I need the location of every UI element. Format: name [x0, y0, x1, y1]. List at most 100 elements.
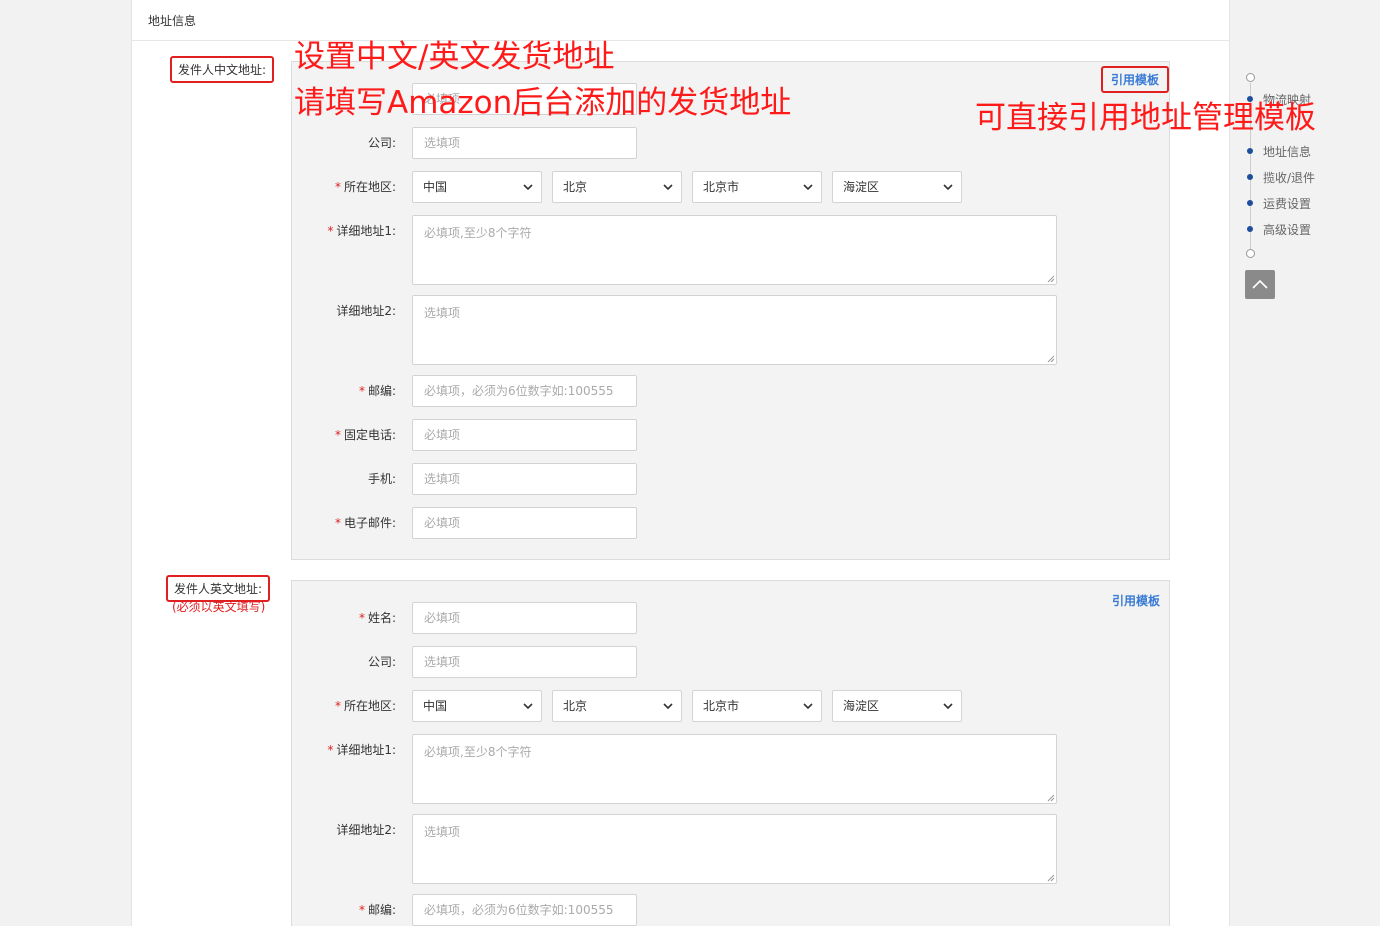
en-region-row: * 所在地区: 中国 北京 北京市 海淀区 [292, 690, 1171, 722]
en-zip-row: * 邮编: 必填项，必须为6位数字如:100555 [292, 894, 1171, 926]
en-province-select[interactable]: 北京 [552, 690, 682, 722]
cn-addr1-label: * 详细地址1: [292, 215, 396, 247]
en-name-row: * 姓名: 必填项 [292, 602, 1171, 634]
cn-country-select[interactable]: 中国 [412, 171, 542, 203]
required-mark: * [358, 384, 365, 398]
en-company-label: 公司: [367, 655, 396, 669]
required-mark: * [327, 743, 334, 757]
resize-grip-icon[interactable] [1047, 874, 1055, 882]
required-mark: * [334, 699, 341, 713]
cn-addr2-label: 详细地址2: [336, 304, 396, 318]
cn-province-select[interactable]: 北京 [552, 171, 682, 203]
nav-item-label: 高级设置 [1263, 223, 1312, 237]
chevron-down-icon [943, 703, 953, 710]
required-mark: * [358, 903, 365, 917]
en-zip-label-text: 邮编: [367, 903, 396, 917]
cn-addr2-placeholder: 选填项 [424, 306, 461, 320]
annotation-fill-amazon-address: 请填写Amazon后台添加的发货地址 [294, 85, 792, 121]
en-company-row: 公司: 选填项 [292, 646, 1171, 678]
cn-phone-label-text: 固定电话: [343, 428, 396, 442]
nav-item-label: 揽收/退件 [1263, 171, 1316, 185]
cn-addr2-textarea[interactable]: 选填项 [412, 295, 1057, 365]
chevron-down-icon [803, 703, 813, 710]
required-mark: * [334, 516, 341, 530]
cn-region-label: * 所在地区: [292, 171, 396, 203]
required-mark: * [334, 428, 341, 442]
en-addr1-placeholder: 必填项,至少8个字符 [424, 745, 532, 759]
cn-phone-label: * 固定电话: [292, 419, 396, 451]
en-country-select[interactable]: 中国 [412, 690, 542, 722]
cn-phone-input[interactable]: 必填项 [412, 419, 637, 451]
required-mark: * [358, 611, 365, 625]
en-name-label-text: 姓名: [367, 611, 396, 625]
en-province-value: 北京 [563, 699, 588, 713]
en-address-note: (必须以英文填写) [172, 600, 266, 614]
en-name-input[interactable]: 必填项 [412, 602, 637, 634]
chevron-down-icon [943, 184, 953, 191]
resize-grip-icon[interactable] [1047, 794, 1055, 802]
nav-bullet-icon [1247, 226, 1253, 232]
chevron-down-icon [523, 184, 533, 191]
cn-email-label: * 电子邮件: [292, 507, 396, 539]
nav-bullet-icon [1247, 148, 1253, 154]
cn-addr1-label-text: 详细地址1: [336, 224, 396, 238]
en-addr2-textarea[interactable]: 选填项 [412, 814, 1057, 884]
cn-region-row: * 所在地区: 中国 北京 北京市 海淀区 [292, 171, 1171, 203]
en-addr1-textarea[interactable]: 必填项,至少8个字符 [412, 734, 1057, 804]
chevron-down-icon [803, 184, 813, 191]
cn-city-select[interactable]: 北京市 [692, 171, 822, 203]
en-addr2-placeholder: 选填项 [424, 825, 461, 839]
en-name-label: * 姓名: [292, 602, 396, 634]
nav-bullet-icon [1247, 200, 1253, 206]
en-address-panel: 引用模板 * 姓名: 必填项 公司: 选填项 * 所在地区: 中国 北京 北京市 海… [291, 580, 1170, 926]
cn-addr2-row: 详细地址2: 选填项 [292, 295, 1171, 365]
nav-start-ring-icon [1246, 73, 1255, 82]
cn-mobile-label: 手机: [367, 472, 396, 486]
cn-zip-input[interactable]: 必填项，必须为6位数字如:100555 [412, 375, 637, 407]
chevron-down-icon [663, 703, 673, 710]
cn-region-label-text: 所在地区: [343, 180, 396, 194]
en-district-value: 海淀区 [843, 699, 880, 713]
en-district-select[interactable]: 海淀区 [832, 690, 962, 722]
required-mark: * [334, 180, 341, 194]
en-addr1-label: * 详细地址1: [292, 734, 396, 766]
resize-grip-icon[interactable] [1047, 355, 1055, 363]
cn-city-value: 北京市 [703, 180, 740, 194]
cn-district-select[interactable]: 海淀区 [832, 171, 962, 203]
en-addr2-label: 详细地址2: [336, 823, 396, 837]
annotation-quote-template: 可直接引用地址管理模板 [975, 100, 1316, 136]
cn-email-input[interactable]: 必填项 [412, 507, 637, 539]
annotation-set-address: 设置中文/英文发货地址 [294, 39, 615, 75]
en-city-value: 北京市 [703, 699, 740, 713]
cn-addr1-placeholder: 必填项,至少8个字符 [424, 226, 532, 240]
nav-item-label: 运费设置 [1263, 197, 1312, 211]
en-city-select[interactable]: 北京市 [692, 690, 822, 722]
cn-zip-label: * 邮编: [292, 375, 396, 407]
chevron-down-icon [663, 184, 673, 191]
cn-company-input[interactable]: 选填项 [412, 127, 637, 159]
cn-address-section-label: 发件人中文地址: [170, 56, 275, 83]
en-region-label: * 所在地区: [292, 690, 396, 722]
en-zip-label: * 邮编: [292, 894, 396, 926]
en-zip-input[interactable]: 必填项，必须为6位数字如:100555 [412, 894, 637, 926]
cn-email-label-text: 电子邮件: [343, 516, 396, 530]
required-mark: * [327, 224, 334, 238]
cn-company-label: 公司: [367, 136, 396, 150]
en-addr1-label-text: 详细地址1: [336, 743, 396, 757]
back-to-top-button[interactable] [1245, 270, 1275, 299]
resize-grip-icon[interactable] [1047, 275, 1055, 283]
en-country-value: 中国 [423, 699, 448, 713]
en-region-label-text: 所在地区: [343, 699, 396, 713]
cn-zip-label-text: 邮编: [367, 384, 396, 398]
en-addr1-row: * 详细地址1: 必填项,至少8个字符 [292, 734, 1171, 804]
chevron-up-icon [1252, 279, 1268, 289]
cn-phone-row: * 固定电话: 必填项 [292, 419, 1171, 451]
nav-bullet-icon [1247, 174, 1253, 180]
en-company-input[interactable]: 选填项 [412, 646, 637, 678]
cn-mobile-input[interactable]: 选填项 [412, 463, 637, 495]
cn-addr1-row: * 详细地址1: 必填项,至少8个字符 [292, 215, 1171, 285]
cn-zip-row: * 邮编: 必填项，必须为6位数字如:100555 [292, 375, 1171, 407]
nav-end-ring-icon [1246, 249, 1255, 258]
cn-addr1-textarea[interactable]: 必填项,至少8个字符 [412, 215, 1057, 285]
card-title: 地址信息 [132, 0, 1229, 41]
